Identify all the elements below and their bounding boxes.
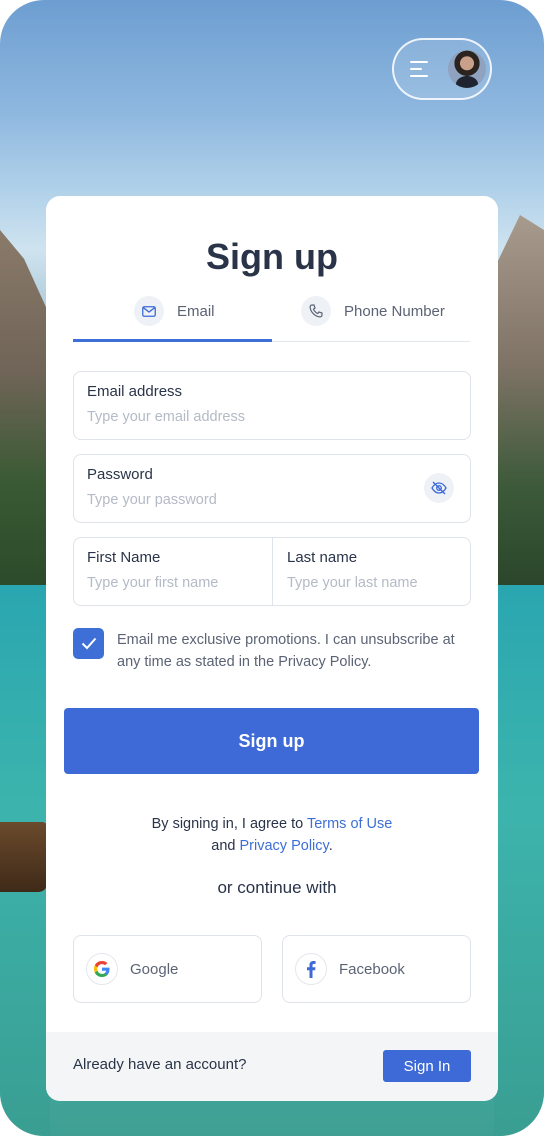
- name-divider: [272, 538, 273, 605]
- facebook-button[interactable]: Facebook: [282, 935, 471, 1003]
- tab-phone-number[interactable]: Phone Number: [301, 291, 445, 331]
- sign-in-button[interactable]: Sign In: [383, 1050, 471, 1082]
- google-icon: [86, 953, 118, 985]
- email-field[interactable]: Email address: [73, 371, 471, 440]
- background-boat: [0, 822, 48, 892]
- facebook-icon: [295, 953, 327, 985]
- checkmark-icon: [81, 637, 96, 650]
- tab-email[interactable]: Email: [134, 291, 215, 331]
- terms-of-use-link[interactable]: Terms of Use: [307, 816, 392, 832]
- email-input[interactable]: [87, 409, 387, 425]
- privacy-policy-link[interactable]: Privacy Policy: [240, 838, 329, 854]
- terms-and: and: [211, 838, 240, 854]
- avatar[interactable]: [448, 50, 486, 88]
- google-label: Google: [130, 960, 179, 978]
- promotions-consent-text: Email me exclusive promotions. I can uns…: [117, 632, 455, 670]
- already-have-account-text: Already have an account?: [73, 1056, 247, 1073]
- phone-icon: [301, 296, 331, 326]
- card-footer: Already have an account? Sign In: [46, 1032, 498, 1101]
- terms-prefix: By signing in, I agree to: [151, 816, 307, 832]
- page-title: Sign up: [206, 236, 338, 277]
- promotions-checkbox[interactable]: [73, 628, 104, 659]
- tab-phone-label: Phone Number: [344, 302, 445, 320]
- first-name-input[interactable]: [87, 575, 257, 591]
- mail-icon: [134, 296, 164, 326]
- header-pill: [392, 38, 492, 100]
- eye-off-icon[interactable]: [424, 473, 454, 503]
- active-tab-indicator: [73, 339, 272, 342]
- continue-with-label: or continue with: [217, 878, 337, 897]
- password-input[interactable]: [87, 492, 387, 508]
- signup-card: Sign up Email Phone Number Email address…: [46, 196, 498, 1101]
- email-label: Email address: [87, 383, 183, 400]
- first-name-label: First Name: [87, 549, 161, 566]
- phone-screen: Sign up Email Phone Number Email address…: [0, 0, 544, 1136]
- terms-suffix: .: [328, 838, 333, 854]
- name-fields: First Name Last name: [73, 537, 471, 606]
- password-field[interactable]: Password: [73, 454, 471, 523]
- tab-email-label: Email: [177, 302, 215, 320]
- last-name-label: Last name: [287, 549, 358, 566]
- hamburger-icon[interactable]: [410, 61, 428, 77]
- background-lake-right: [494, 585, 544, 1136]
- password-label: Password: [87, 466, 153, 483]
- terms-text: By signing in, I agree to Terms of Use a…: [46, 813, 498, 857]
- google-button[interactable]: Google: [73, 935, 262, 1003]
- last-name-input[interactable]: [287, 575, 457, 591]
- facebook-label: Facebook: [339, 960, 405, 978]
- signup-button[interactable]: Sign up: [64, 708, 479, 774]
